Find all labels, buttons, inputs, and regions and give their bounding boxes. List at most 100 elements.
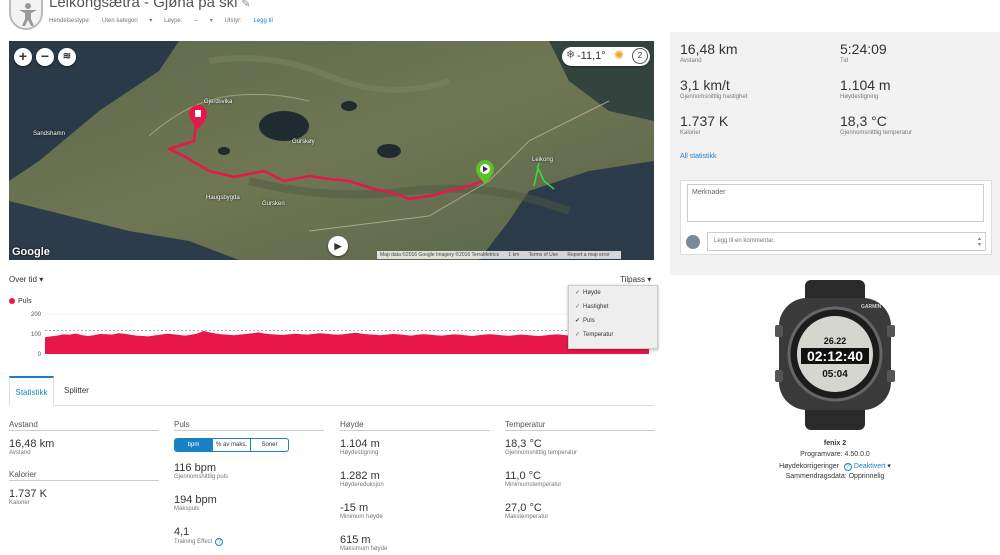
summary-value: 1.737 K: [680, 113, 729, 129]
column-header: Kalorier: [9, 470, 37, 479]
elevation-correction-value[interactable]: Deaktivert: [854, 463, 886, 470]
stat-value: 1.737 K: [9, 488, 47, 500]
customize-label: Tilpass: [620, 275, 646, 284]
firmware-label: Programvare:: [800, 451, 843, 458]
comment-placeholder: Legg til en kommentar.: [714, 238, 775, 244]
watch-screen-time: 02:12:40: [807, 348, 863, 364]
check-icon: ✓: [575, 332, 581, 338]
activity-title[interactable]: Leikongsætra - Gjøna på ski ✎: [49, 0, 251, 11]
course-value[interactable]: --: [194, 18, 198, 24]
summary-label: Gjennomsnittlig temperatur: [840, 130, 913, 136]
person-icon: [19, 3, 37, 26]
weather-widget[interactable]: ❄ -11,1° ✺ 2: [562, 47, 650, 66]
chart-menu-item[interactable]: ✓ Puls: [569, 314, 657, 328]
column-header: Høyde: [340, 420, 364, 429]
sun-icon: ✺: [614, 48, 625, 62]
edit-pencil-icon[interactable]: ✎: [241, 0, 250, 10]
stat-value: 1.282 m: [340, 470, 380, 482]
chart-menu-item[interactable]: ✓ Temperatur: [569, 328, 657, 342]
stat-value: 16,48 km: [9, 438, 55, 450]
chart-menu-label: Temperatur: [583, 332, 614, 338]
stat-label: Minimum høyde: [340, 514, 383, 520]
summary-label: Avstand: [680, 58, 702, 64]
y-tick-label: 200: [31, 312, 42, 318]
activity-header: Leikongsætra - Gjøna på ski ✎ Hendelsesty…: [0, 0, 670, 36]
place-label: Gursken: [262, 201, 285, 207]
user-avatar: [686, 235, 700, 249]
place-label: Leikong: [532, 157, 554, 163]
play-route-button[interactable]: ▶: [328, 236, 348, 256]
summary-temp: 18,3 °C Gjennomsnittlig temperatur: [840, 113, 912, 136]
chart-range-dropdown[interactable]: Over tid ▾: [9, 275, 43, 284]
hr-zones-option[interactable]: Soner: [250, 439, 288, 451]
activity-type-avatar[interactable]: [9, 0, 43, 30]
y-tick-label: 100: [31, 332, 42, 338]
stat-label: Avstand: [9, 450, 31, 456]
hr-unit-toggle: bpm % av maks. Soner: [174, 438, 289, 452]
activity-title-text: Leikongsætra - Gjøna på ski: [49, 0, 238, 11]
watch-screen-secondary: 05:04: [822, 369, 848, 380]
place-label: Sandshamn: [33, 131, 66, 137]
notes-textarea[interactable]: Merknader: [687, 184, 984, 222]
firmware-value: 4.50.0.0: [844, 451, 870, 458]
summary-label: Tid: [840, 58, 849, 64]
info-icon[interactable]: ?: [843, 463, 852, 471]
stats-column-hr: Puls bpm % av maks. Soner 116 bpm Gjenno…: [174, 420, 324, 555]
watch-screen-date: 26.22: [824, 336, 847, 346]
thermometer-icon: ❄: [566, 49, 576, 61]
summary-value: 1.104 m: [840, 77, 891, 93]
finish-pin-icon[interactable]: [476, 160, 494, 184]
place-label: Gurskøy: [292, 139, 315, 145]
stat-label: Makspuls: [174, 506, 200, 512]
chart-series-menu: ✓ Høyde ✓ Hastighet ✓ Puls ✓ Temperatur: [568, 285, 658, 349]
all-stats-link[interactable]: All statistikk: [680, 153, 717, 160]
start-pin-icon[interactable]: [189, 105, 207, 129]
chart-legend: Puls: [9, 298, 32, 305]
stat-value: -15 m: [340, 502, 369, 514]
stat-label: Gjennomsnittlig puls: [174, 474, 229, 480]
stat-value: 18,3 °C: [505, 438, 542, 450]
tab-statistikk[interactable]: Statistikk: [9, 376, 54, 406]
add-gear-link[interactable]: Legg til: [253, 18, 272, 24]
report-error-link[interactable]: Report a map error: [567, 252, 609, 258]
scale-label: 1 km: [508, 252, 520, 258]
tab-splitter[interactable]: Splitter: [59, 376, 94, 406]
chart-range-label: Over tid: [9, 275, 38, 284]
stat-label: Makstemperatur: [505, 514, 549, 520]
temperature-reading: -11,1°: [577, 50, 606, 62]
stat-value: 194 bpm: [174, 494, 217, 506]
watch-image: 26.22 02:12:40 05:04 GARMIN: [775, 280, 895, 430]
terms-link[interactable]: Terms of Use: [529, 252, 558, 258]
zoom-in-button[interactable]: +: [14, 48, 32, 66]
heart-rate-chart[interactable]: 0 100 200: [9, 308, 654, 358]
hr-bpm-option[interactable]: bpm: [175, 439, 212, 451]
elevation-correction-label: Høydekorrigeringer: [779, 463, 840, 470]
chart-menu-label: Hastighet: [583, 304, 609, 310]
column-header: Avstand: [9, 420, 38, 429]
chart-menu-item[interactable]: ✓ Høyde: [569, 286, 657, 300]
place-label: Gjerdsvika: [204, 99, 233, 105]
info-icon[interactable]: ?: [215, 538, 224, 546]
chart-menu-label: Høyde: [583, 290, 601, 296]
wind-icon: 2: [632, 48, 648, 64]
scroll-arrows-icon[interactable]: ▲ ▼: [977, 236, 982, 248]
map-layers-button[interactable]: ≋: [58, 48, 76, 66]
summary-label: Gjennomsnittlig hastighet: [680, 94, 748, 100]
zoom-out-button[interactable]: −: [36, 48, 54, 66]
gear-label: Utstyr:: [224, 18, 242, 24]
route-map[interactable]: + − ≋ ❄ -11,1° ✺ 2 ▶ Sandshamn Gjerdsvik…: [9, 41, 654, 260]
hr-percent-option[interactable]: % av maks.: [212, 439, 250, 451]
summary-data-value: Opprinnelig: [848, 473, 885, 480]
stat-label: Minimumstemperatur: [505, 482, 562, 488]
summary-distance: 16,48 km Avstand: [680, 41, 738, 64]
stat-value: 615 m: [340, 534, 371, 546]
comment-input[interactable]: Legg til en kommentar. ▲ ▼: [707, 232, 986, 251]
stats-column-temperature: Temperatur 18,3 °C Gjennomsnittlig tempe…: [505, 420, 655, 534]
summary-value: 5:24:09: [840, 41, 887, 57]
google-logo: Google: [12, 246, 50, 258]
legend-dot-icon: [9, 298, 15, 305]
summary-label: Høydestigning: [840, 94, 879, 100]
event-type-value[interactable]: Uten kategori: [102, 18, 138, 24]
chart-menu-item[interactable]: ✓ Hastighet: [569, 300, 657, 314]
customize-dropdown[interactable]: Tilpass ▾: [620, 275, 651, 284]
